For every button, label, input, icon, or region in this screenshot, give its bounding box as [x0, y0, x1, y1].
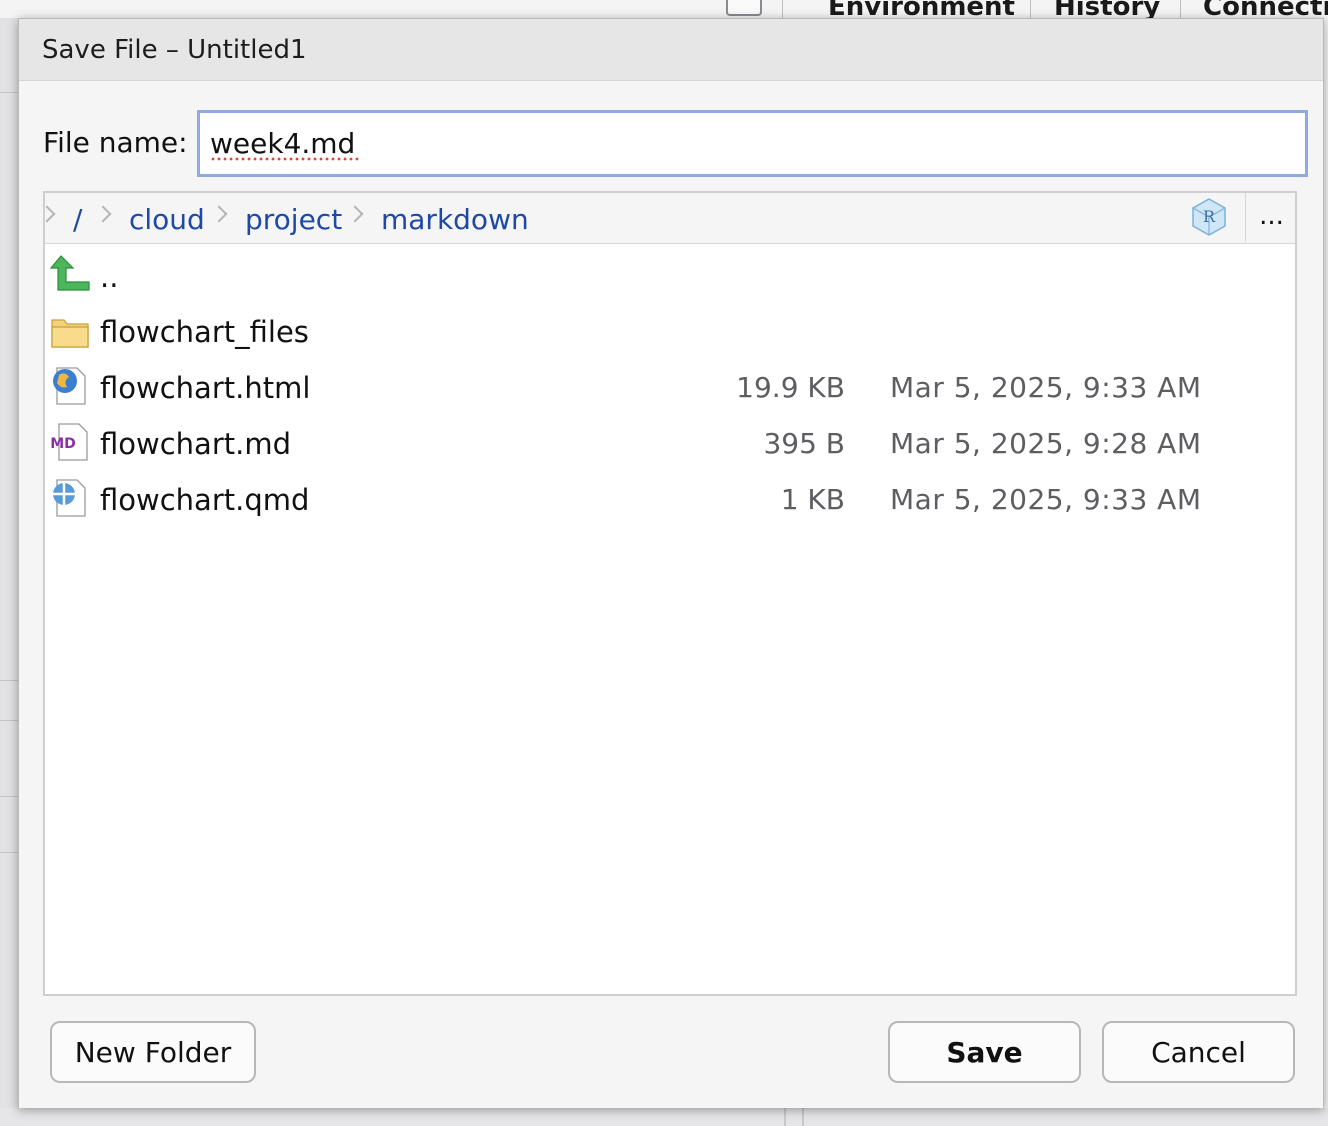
spellcheck-underline — [211, 157, 361, 161]
file-name: .. — [100, 260, 119, 294]
file-name: flowchart.md — [100, 427, 291, 461]
save-file-dialog: Save File – Untitled1 File name: / cloud… — [18, 18, 1324, 1108]
divider — [0, 796, 18, 797]
parent-folder-icon — [49, 255, 90, 291]
divider — [802, 1108, 804, 1126]
dialog-body: File name: / cloud project markdown R . — [19, 81, 1323, 1108]
divider — [0, 852, 18, 853]
breadcrumb: / cloud project markdown R ... — [38, 193, 1297, 244]
chevron-right-icon — [94, 205, 112, 223]
list-item[interactable]: flowchart_files — [45, 305, 1295, 361]
background-pane-header: Environment History Connecti — [0, 0, 1328, 22]
html-file-icon — [53, 367, 86, 405]
divider — [0, 720, 18, 721]
chevron-right-icon — [210, 205, 228, 223]
dialog-title: Save File – Untitled1 — [42, 35, 307, 65]
tab-divider — [1180, 0, 1181, 18]
tab-divider — [782, 0, 783, 18]
svg-text:R: R — [1203, 207, 1216, 226]
svg-text:MD: MD — [50, 436, 76, 452]
divider — [784, 1108, 786, 1126]
background-bottom-edge — [0, 1108, 1328, 1126]
list-item[interactable]: flowchart.html 19.9 KB Mar 5, 2025, 9:33… — [45, 361, 1295, 417]
save-button[interactable]: Save — [888, 1021, 1081, 1083]
file-name: flowchart_files — [100, 315, 309, 349]
file-name: flowchart.html — [100, 371, 311, 405]
background-right-edge — [1324, 18, 1328, 1126]
background-editor-edge — [0, 18, 18, 1126]
breadcrumb-root[interactable]: / — [73, 203, 82, 236]
more-options-button[interactable]: ... — [1245, 193, 1297, 242]
markdown-file-icon: MD — [50, 423, 88, 461]
new-folder-button[interactable]: New Folder — [50, 1021, 256, 1083]
r-project-icon[interactable]: R — [1189, 197, 1229, 237]
file-name-label: File name: — [43, 126, 188, 159]
file-modified: Mar 5, 2025, 9:33 AM — [890, 371, 1202, 404]
divider — [0, 92, 18, 93]
file-size: 19.9 KB — [736, 371, 845, 404]
chevron-right-icon — [38, 205, 56, 223]
cancel-button[interactable]: Cancel — [1102, 1021, 1295, 1083]
file-size: 395 B — [763, 427, 845, 460]
file-size: 1 KB — [780, 483, 845, 516]
breadcrumb-cloud[interactable]: cloud — [129, 203, 205, 236]
file-modified: Mar 5, 2025, 9:33 AM — [890, 483, 1202, 516]
dialog-titlebar[interactable]: Save File – Untitled1 — [19, 19, 1323, 81]
chevron-right-icon — [346, 205, 364, 223]
folder-icon — [51, 319, 89, 348]
file-name: flowchart.qmd — [100, 483, 310, 517]
list-item[interactable]: flowchart.qmd 1 KB Mar 5, 2025, 9:33 AM — [45, 473, 1295, 529]
list-item[interactable]: MD flowchart.md 395 B Mar 5, 2025, 9:28 … — [45, 417, 1295, 473]
quarto-file-icon — [53, 479, 86, 517]
breadcrumb-markdown[interactable]: markdown — [381, 203, 529, 236]
divider — [0, 680, 18, 681]
file-modified: Mar 5, 2025, 9:28 AM — [890, 427, 1202, 460]
file-name-input[interactable] — [197, 110, 1308, 177]
tab-divider — [1030, 0, 1031, 18]
list-item[interactable]: .. — [45, 248, 1295, 304]
file-browser: / cloud project markdown R ... .. flowch… — [38, 191, 1297, 996]
minimize-pane-icon[interactable] — [726, 0, 762, 16]
breadcrumb-project[interactable]: project — [245, 203, 342, 236]
